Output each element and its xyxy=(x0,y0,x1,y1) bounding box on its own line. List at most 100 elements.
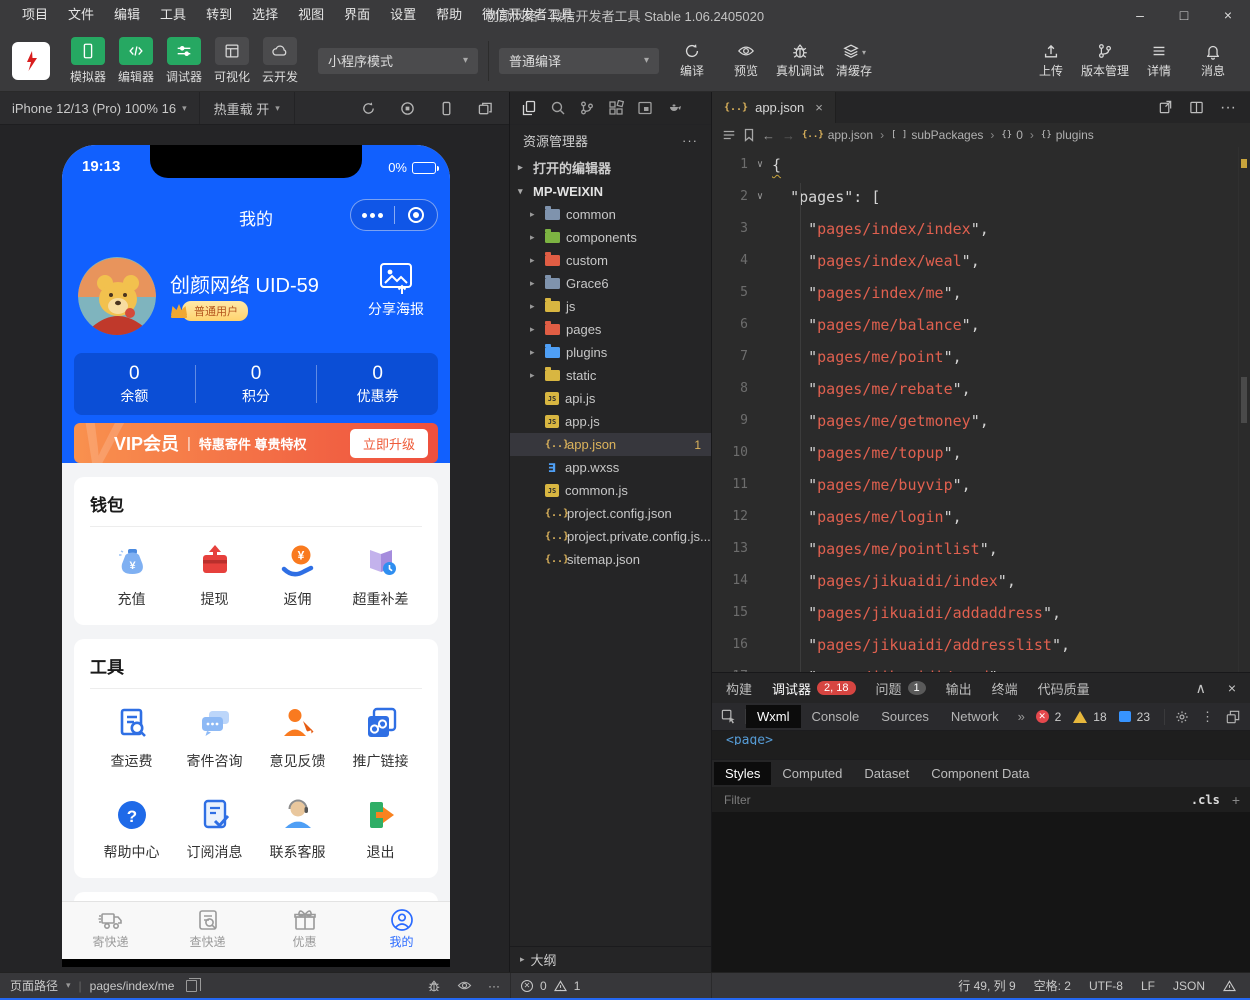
toolbar-action-layers[interactable]: ▾清缓存 xyxy=(827,42,881,79)
toolbar-action-menu[interactable]: 详情 xyxy=(1132,42,1186,79)
bookmark-icon[interactable] xyxy=(743,128,755,142)
code-line[interactable]: 4 "pages/index/weal", xyxy=(712,245,1250,277)
close-panel-icon[interactable]: × xyxy=(1228,680,1236,697)
more-actions-icon[interactable]: ··· xyxy=(682,133,698,148)
new-style-rule-button[interactable]: + xyxy=(1232,792,1240,808)
styles-tab[interactable]: Dataset xyxy=(853,762,920,785)
toolbar-action-bell[interactable]: 消息 xyxy=(1186,42,1240,79)
code-line[interactable]: 10 "pages/me/topup", xyxy=(712,437,1250,469)
breadcrumb-item[interactable]: {}0 xyxy=(1001,128,1023,142)
inspect-element-icon[interactable] xyxy=(712,709,746,724)
tree-item[interactable]: ▸pages xyxy=(510,318,711,341)
teapot-icon[interactable] xyxy=(666,100,682,116)
menu-item[interactable]: 项目 xyxy=(12,0,58,30)
vip-banner[interactable]: V VIP会员 | 特惠寄件 尊贵特权 立即升级 xyxy=(74,423,438,463)
code-line[interactable]: 17 "pages/jikuaidi/send", xyxy=(712,661,1250,672)
more-tabs-icon[interactable]: » xyxy=(1010,709,1033,724)
menu-item[interactable]: 文件 xyxy=(58,0,104,30)
tree-item[interactable]: JSapi.js xyxy=(510,387,711,410)
indent-setting[interactable]: 空格: 2 xyxy=(1034,977,1071,994)
device-frame-icon[interactable] xyxy=(439,101,454,116)
code-line[interactable]: 3 "pages/index/index", xyxy=(712,213,1250,245)
tree-item[interactable]: {..}project.config.json xyxy=(510,502,711,525)
minimize-button[interactable]: – xyxy=(1118,0,1162,30)
tab-truck[interactable]: 寄快递 xyxy=(62,902,159,959)
code-line[interactable]: 6 "pages/me/balance", xyxy=(712,309,1250,341)
tree-item[interactable]: ▸static xyxy=(510,364,711,387)
back-icon[interactable]: ← xyxy=(762,128,775,143)
language-mode[interactable]: JSON xyxy=(1173,979,1205,993)
menu-item[interactable]: 转到 xyxy=(196,0,242,30)
open-editors-section[interactable]: ▸ 打开的编辑器 xyxy=(510,155,711,179)
toolbar-action-refresh[interactable]: 编译 xyxy=(665,42,719,79)
menu-item[interactable]: 视图 xyxy=(288,0,334,30)
hot-reload-toggle[interactable]: 热重载 开 ▾ xyxy=(200,92,295,124)
tab-app-json[interactable]: {..} app.json × xyxy=(712,92,836,123)
code-line[interactable]: 15 "pages/jikuaidi/addaddress", xyxy=(712,597,1250,629)
menu-item[interactable]: 工具 xyxy=(150,0,196,30)
maximize-button[interactable]: □ xyxy=(1162,0,1206,30)
toolbar-toggle-code[interactable]: 编辑器 xyxy=(112,37,160,85)
user-level-badge[interactable]: 普通用户 xyxy=(168,301,248,321)
feedback-item[interactable]: 意见反馈 xyxy=(256,704,339,771)
menu-item[interactable]: 编辑 xyxy=(104,0,150,30)
stat-2[interactable]: 0优惠券 xyxy=(317,363,438,406)
devtools-tab[interactable]: Network xyxy=(940,705,1010,728)
tree-item[interactable]: JScommon.js xyxy=(510,479,711,502)
close-tab-icon[interactable]: × xyxy=(815,100,823,115)
code-line[interactable]: 11 "pages/me/buyvip", xyxy=(712,469,1250,501)
debug-tab[interactable]: 终端 xyxy=(992,679,1018,698)
forward-icon[interactable]: → xyxy=(782,128,795,143)
scrollbar[interactable] xyxy=(1238,147,1250,672)
collapse-panel-icon[interactable]: ∧ xyxy=(1196,680,1206,697)
tree-item[interactable]: JSapp.js xyxy=(510,410,711,433)
code-line[interactable]: 16 "pages/jikuaidi/addresslist", xyxy=(712,629,1250,661)
tree-item[interactable]: {..}sitemap.json xyxy=(510,548,711,571)
rebate-item[interactable]: ¥返佣 xyxy=(256,542,339,609)
search-icon[interactable] xyxy=(550,100,566,116)
code-line[interactable]: 1∨{ xyxy=(712,149,1250,181)
gear-icon[interactable] xyxy=(1175,710,1189,724)
close-capsule-icon[interactable] xyxy=(395,207,438,223)
toolbar-action-branch[interactable]: 版本管理 xyxy=(1078,42,1132,79)
styles-tab[interactable]: Styles xyxy=(714,762,771,785)
avatar[interactable] xyxy=(78,257,156,335)
help-item[interactable]: ?帮助中心 xyxy=(90,795,173,862)
close-button[interactable]: × xyxy=(1206,0,1250,30)
bug-icon[interactable] xyxy=(427,979,441,993)
mode-dropdown[interactable]: 小程序模式 ▾ xyxy=(318,48,478,74)
moneybag-item[interactable]: ¥充值 xyxy=(90,542,173,609)
tree-item[interactable]: {..}app.json1 xyxy=(510,433,711,456)
tab-user[interactable]: 我的 xyxy=(353,902,450,959)
window-panel-icon[interactable] xyxy=(637,100,653,116)
outline-section[interactable]: ▸ 大纲 xyxy=(510,946,711,972)
debug-tab[interactable]: 输出 xyxy=(946,679,972,698)
multi-window-icon[interactable] xyxy=(478,101,493,116)
code-line[interactable]: 8 "pages/me/rebate", xyxy=(712,373,1250,405)
toolbar-toggle-sliders[interactable]: 调试器 xyxy=(160,37,208,85)
stat-0[interactable]: 0余额 xyxy=(74,363,195,406)
code-line[interactable]: 5 "pages/index/me", xyxy=(712,277,1250,309)
kebab-menu-icon[interactable]: ⋮ xyxy=(1201,709,1214,725)
toolbar-action-upload[interactable]: 上传 xyxy=(1024,42,1078,79)
device-selector[interactable]: iPhone 12/13 (Pro) 100% 16 ▾ xyxy=(0,92,200,124)
styles-tab[interactable]: Computed xyxy=(771,762,853,785)
exit-item[interactable]: 退出 xyxy=(339,795,422,862)
code-editor[interactable]: 1∨{2∨ "pages": [3 "pages/index/index",4 … xyxy=(712,147,1250,672)
open-changes-icon[interactable] xyxy=(1158,100,1173,115)
wxml-node[interactable]: <page> xyxy=(712,731,1250,745)
tree-item[interactable]: ▸plugins xyxy=(510,341,711,364)
consult-item[interactable]: 寄件咨询 xyxy=(173,704,256,771)
debug-tab[interactable]: 代码质量 xyxy=(1038,679,1090,698)
tree-item[interactable]: ∃app.wxss xyxy=(510,456,711,479)
tree-item[interactable]: {..}project.private.config.js... xyxy=(510,525,711,548)
freight-item[interactable]: 查运费 xyxy=(90,704,173,771)
filter-input[interactable] xyxy=(712,793,1191,807)
withdraw-item[interactable]: 提现 xyxy=(173,542,256,609)
devtools-tab[interactable]: Console xyxy=(801,705,871,728)
devtools-tab[interactable]: Wxml xyxy=(746,705,801,728)
tree-item[interactable]: ▸components xyxy=(510,226,711,249)
project-root[interactable]: ▾ MP-WEIXIN xyxy=(510,179,711,203)
tree-item[interactable]: ▸js xyxy=(510,295,711,318)
tab-search-doc[interactable]: 查快递 xyxy=(159,902,256,959)
